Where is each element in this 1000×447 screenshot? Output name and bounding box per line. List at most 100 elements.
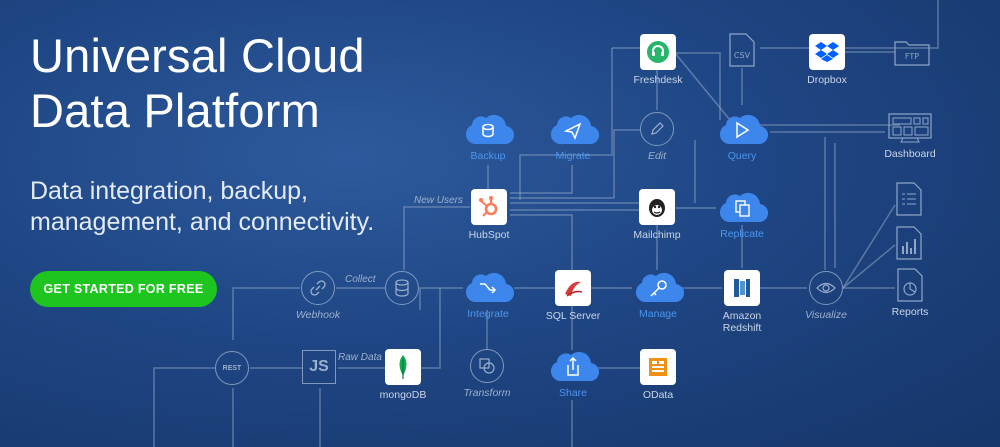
dashboard-node[interactable]: Dashboard — [880, 112, 940, 160]
backup-cloud-icon — [465, 114, 514, 145]
hero-subtitle: Data integration, backup, management, an… — [30, 176, 374, 238]
query-label: Query — [727, 150, 757, 162]
rest-label: REST — [222, 364, 242, 372]
manage-label: Manage — [639, 308, 677, 320]
dropbox-label: Dropbox — [807, 74, 847, 86]
migrate-label: Migrate — [555, 150, 591, 162]
query-node[interactable]: Query — [714, 112, 770, 162]
js-box[interactable]: JS — [302, 350, 336, 384]
freshdesk-label: Freshdesk — [633, 74, 683, 86]
visualize-node[interactable]: Visualize — [803, 271, 849, 321]
mongodb-label: mongoDB — [379, 389, 427, 401]
csv-node: CSV — [728, 32, 756, 68]
rest-circle[interactable]: REST — [215, 351, 249, 385]
sql-server-node[interactable]: SQL Server — [545, 270, 601, 322]
redshift-icon — [734, 279, 750, 297]
sql-server-label: SQL Server — [545, 310, 601, 322]
share-cloud-icon — [550, 351, 599, 382]
visualize-label: Visualize — [805, 309, 847, 321]
amazon-redshift-label: Amazon Redshift — [723, 310, 762, 334]
raw-data-edge-label: Raw Data — [338, 352, 382, 363]
hero-title: Universal Cloud Data Platform — [30, 28, 365, 138]
csv-label: CSV — [734, 51, 751, 60]
dashboard-label: Dashboard — [884, 148, 936, 160]
transform-node[interactable]: Transform — [462, 349, 512, 399]
hero-subtitle-line2: management, and connectivity. — [30, 208, 375, 236]
odata-label: OData — [642, 389, 674, 401]
manage-node[interactable]: Manage — [630, 270, 686, 320]
freshdesk-logo — [640, 34, 676, 70]
hubspot-sprocket-icon — [479, 196, 498, 217]
headset-icon — [647, 41, 669, 63]
sql-server-icon — [565, 281, 583, 297]
pencil-icon — [651, 122, 664, 135]
replicate-cloud-icon — [719, 192, 768, 223]
replicate-label: Replicate — [720, 228, 764, 240]
edit-circle — [640, 112, 674, 146]
integrate-node[interactable]: Integrate — [460, 270, 516, 320]
sql-server-logo — [555, 270, 591, 306]
hero-subtitle-line1: Data integration, backup, — [30, 177, 308, 205]
webhook-circle — [301, 271, 335, 305]
manage-cloud-icon — [635, 272, 684, 303]
hero-title-line1: Universal Cloud — [30, 29, 365, 82]
share-node[interactable]: Share — [545, 349, 601, 399]
integrate-cloud-icon — [465, 272, 514, 303]
amazon-redshift-label-line1: Amazon — [722, 310, 762, 322]
webhook-label: Webhook — [295, 309, 341, 321]
mongodb-logo — [385, 349, 421, 385]
reports-label: Reports — [891, 306, 929, 318]
mailchimp-node[interactable]: Mailchimp — [631, 189, 683, 241]
odata-logo — [640, 349, 676, 385]
transform-icon — [479, 358, 495, 374]
mongodb-leaf-icon — [399, 355, 407, 379]
visualize-circle — [809, 271, 843, 305]
database-circle[interactable] — [385, 271, 419, 305]
migrate-node[interactable]: Migrate — [545, 112, 601, 162]
new-users-edge-label: New Users — [414, 195, 463, 206]
amazon-redshift-logo — [724, 270, 760, 306]
hubspot-node[interactable]: HubSpot — [466, 189, 512, 241]
dashboard-icon — [888, 113, 932, 143]
document-list-icon — [896, 182, 922, 216]
hubspot-label: HubSpot — [468, 229, 510, 241]
integrate-label: Integrate — [467, 308, 509, 320]
hero-title-line2: Data Platform — [30, 84, 320, 137]
odata-icon — [649, 358, 667, 376]
ftp-label: FTP — [905, 52, 919, 61]
mailchimp-label: Mailchimp — [633, 229, 681, 241]
edit-label: Edit — [647, 150, 667, 162]
ftp-folder-icon: FTP — [894, 41, 930, 66]
link-icon — [310, 280, 326, 296]
share-label: Share — [558, 387, 588, 399]
hero-section: Universal Cloud Data Platform Data integ… — [0, 0, 1000, 447]
mailchimp-logo — [639, 189, 675, 225]
transform-label: Transform — [463, 387, 511, 399]
webhook-node[interactable]: Webhook — [295, 271, 341, 321]
collect-edge-label: Collect — [345, 274, 376, 285]
mailchimp-icon — [649, 199, 665, 217]
reports-node[interactable]: Reports — [888, 268, 932, 318]
document-chart-icon — [896, 226, 922, 260]
edit-node[interactable]: Edit — [638, 112, 676, 162]
mongodb-node[interactable]: mongoDB — [380, 349, 426, 401]
backup-label: Backup — [470, 150, 506, 162]
backup-node[interactable]: Backup — [460, 112, 516, 162]
ftp-node: FTP — [894, 38, 930, 66]
freshdesk-node[interactable]: Freshdesk — [630, 34, 686, 86]
amazon-redshift-node[interactable]: Amazon Redshift — [716, 270, 768, 334]
migrate-cloud-icon — [550, 114, 599, 145]
eye-icon — [816, 282, 836, 294]
database-icon — [395, 279, 409, 297]
amazon-redshift-label-line2: Redshift — [722, 322, 762, 334]
dropbox-logo — [809, 34, 845, 70]
dropbox-icon — [815, 42, 839, 62]
transform-circle — [470, 349, 504, 383]
hubspot-logo — [471, 189, 507, 225]
replicate-node[interactable]: Replicate — [714, 190, 770, 240]
odata-node[interactable]: OData — [636, 349, 680, 401]
report-pie-icon — [897, 268, 923, 302]
dropbox-node[interactable]: Dropbox — [797, 34, 857, 86]
get-started-button[interactable]: GET STARTED FOR FREE — [30, 271, 217, 307]
query-cloud-icon — [719, 114, 768, 145]
